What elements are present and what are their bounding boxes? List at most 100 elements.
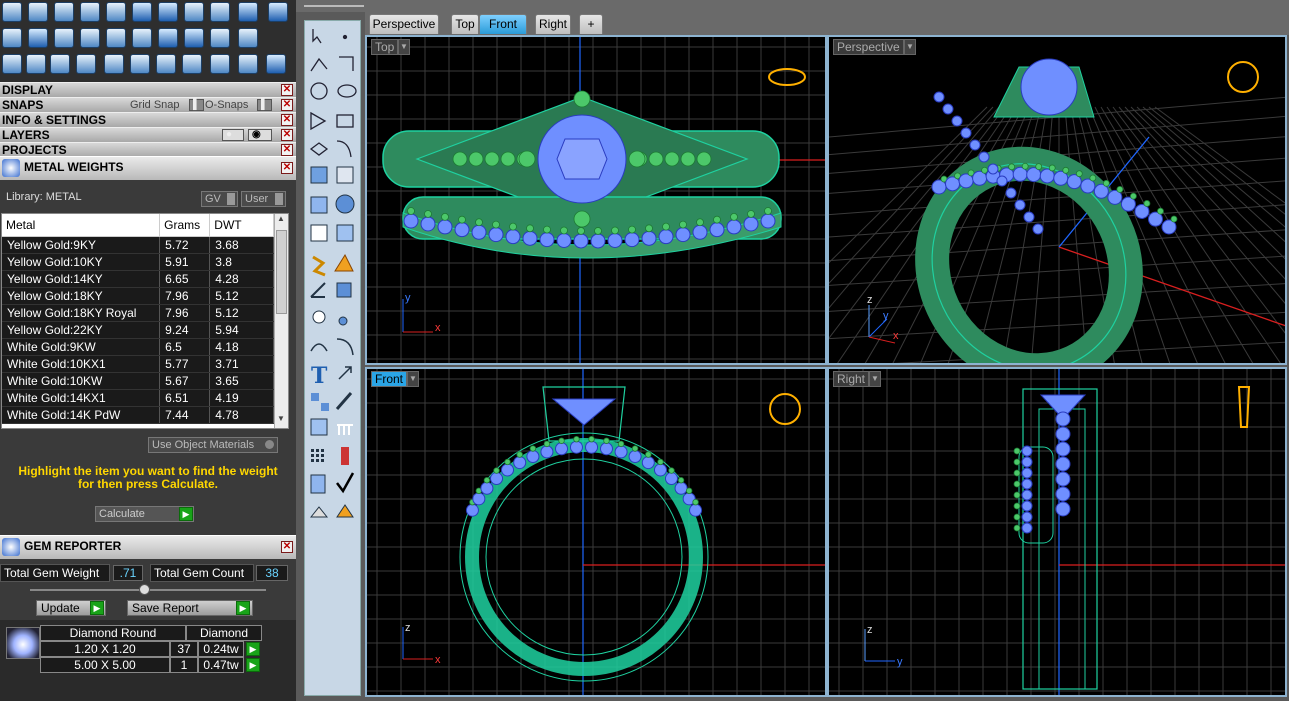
color-wheel-icon[interactable] <box>158 2 178 22</box>
viewport-menu-icon[interactable]: ▼ <box>398 39 410 55</box>
scroll-down-icon[interactable]: ▼ <box>277 414 286 427</box>
grams-cell: 7.96 <box>159 304 211 322</box>
grid-snap-toggle[interactable]: ▌ <box>189 99 205 111</box>
flower-icon[interactable] <box>184 28 204 48</box>
array-icon[interactable] <box>76 54 96 74</box>
info-section[interactable]: INFO & SETTINGS ✕ <box>0 112 296 127</box>
table-row[interactable]: Yellow Gold:22KY 9.24 5.94 <box>2 321 274 339</box>
update-arrow-icon[interactable]: ▶ <box>90 601 104 615</box>
left-panel: DISPLAY ✕ SNAPS Grid Snap ▌ O-Snaps ▌ ✕ I… <box>0 0 296 701</box>
ring-icon[interactable] <box>266 54 286 74</box>
gem-array-icon[interactable] <box>158 28 178 48</box>
snaps-section[interactable]: SNAPS Grid Snap ▌ O-Snaps ▌ ✕ <box>0 97 296 112</box>
layer-tool-icon[interactable] <box>2 28 22 48</box>
o-snaps-toggle[interactable]: ▌ <box>257 99 273 111</box>
scroll-up-icon[interactable]: ▲ <box>277 214 286 227</box>
unlock-icon[interactable] <box>80 2 100 22</box>
move-icon[interactable] <box>104 54 124 74</box>
prong-icon[interactable] <box>106 28 126 48</box>
points-icon[interactable] <box>2 54 22 74</box>
viewport-menu-icon[interactable]: ▼ <box>407 371 419 387</box>
table-row[interactable]: White Gold:10KW 5.67 3.65 <box>2 372 274 390</box>
cluster-icon[interactable] <box>238 28 258 48</box>
table-row[interactable]: Yellow Gold:10KY 5.91 3.8 <box>2 253 274 271</box>
viewport-menu-icon[interactable]: ▼ <box>869 371 881 387</box>
table-row[interactable]: Yellow Gold:18KY 7.96 5.12 <box>2 287 274 305</box>
window-icon[interactable] <box>268 2 288 22</box>
projects-section[interactable]: PROJECTS ✕ <box>0 142 296 157</box>
diamond-icon[interactable] <box>28 28 48 48</box>
viewport-right[interactable]: z y Right ▼ <box>827 367 1287 697</box>
scroll-thumb[interactable] <box>276 230 287 314</box>
flow-icon[interactable] <box>50 54 70 74</box>
viewport-title[interactable]: Top <box>371 39 399 55</box>
slider-handle[interactable] <box>139 584 150 595</box>
table-row[interactable]: White Gold:10KX1 5.77 3.71 <box>2 355 274 373</box>
col-dwt[interactable]: DWT <box>209 214 274 237</box>
render-icon[interactable] <box>210 2 230 22</box>
grid-icon[interactable] <box>210 28 230 48</box>
close-icon[interactable]: ✕ <box>281 114 293 126</box>
gem-select-arrow-icon[interactable]: ▶ <box>246 658 260 672</box>
prong <box>560 226 568 235</box>
save-report-button[interactable]: Save Report <box>127 600 253 616</box>
gem-stone <box>490 472 504 486</box>
o-snaps-label[interactable]: O-Snaps <box>205 98 248 112</box>
pave-icon[interactable] <box>132 2 152 22</box>
mirror-icon[interactable] <box>182 54 202 74</box>
close-icon[interactable]: ✕ <box>281 84 293 96</box>
display-section[interactable]: DISPLAY ✕ <box>0 82 296 97</box>
save-report-arrow-icon[interactable]: ▶ <box>236 601 250 615</box>
lock-icon[interactable] <box>106 2 126 22</box>
table-row[interactable]: Yellow Gold:14KY 6.65 4.28 <box>2 270 274 288</box>
settings-gear-icon[interactable] <box>238 2 258 22</box>
close-icon[interactable]: ✕ <box>281 144 293 156</box>
close-icon[interactable]: ✕ <box>281 162 293 174</box>
bezel-icon[interactable] <box>80 28 100 48</box>
layers-section[interactable]: LAYERS ● ◉ ✕ <box>0 127 296 142</box>
close-icon[interactable]: ✕ <box>281 99 293 111</box>
gear-cross-icon[interactable] <box>184 2 204 22</box>
grid-snap-label[interactable]: Grid Snap <box>130 98 180 112</box>
flatten-icon[interactable] <box>156 54 176 74</box>
table-row[interactable]: Yellow Gold:9KY 5.72 3.68 <box>2 236 274 254</box>
tab-right[interactable]: Right <box>535 14 571 34</box>
viewport-title[interactable]: Front <box>371 371 408 387</box>
trim-icon[interactable] <box>238 54 258 74</box>
gv-toggle[interactable]: GV <box>201 191 238 207</box>
tab-perspective[interactable]: Perspective <box>369 14 439 34</box>
eye-icon[interactable]: ◉ <box>248 129 272 141</box>
viewport-front[interactable]: z x Front ▼ <box>365 367 827 697</box>
curve-tool-icon[interactable] <box>54 28 74 48</box>
viewport-title[interactable]: Right <box>833 371 870 387</box>
paint-tool-icon[interactable] <box>28 2 48 22</box>
viewport-perspective[interactable]: z y x Perspective ▼ <box>827 35 1287 365</box>
user-toggle[interactable]: User <box>241 191 286 207</box>
table-row[interactable]: White Gold:14KX1 6.51 4.19 <box>2 389 274 407</box>
table-scrollbar[interactable]: ▲ ▼ <box>274 214 288 428</box>
calculate-arrow-icon[interactable]: ▶ <box>179 507 193 521</box>
col-grams[interactable]: Grams <box>159 214 211 237</box>
gem-select-arrow-icon[interactable]: ▶ <box>246 642 260 656</box>
scale-icon[interactable] <box>130 54 150 74</box>
close-icon[interactable]: ✕ <box>281 129 293 141</box>
layer-dot-icon[interactable]: ● <box>222 129 244 141</box>
viewport-title[interactable]: Perspective <box>833 39 904 55</box>
tab-front[interactable]: Front <box>479 14 527 34</box>
split-icon[interactable] <box>210 54 230 74</box>
viewport-top[interactable]: y x Top ▼ <box>365 35 827 365</box>
table-row[interactable]: White Gold:14K PdW 7.44 4.78 <box>2 406 274 424</box>
close-icon[interactable]: ✕ <box>281 541 293 553</box>
shank-icon[interactable] <box>132 28 152 48</box>
gem-tool-icon[interactable] <box>2 2 22 22</box>
col-metal[interactable]: Metal <box>2 214 161 237</box>
display-label: DISPLAY <box>2 83 53 97</box>
table-row[interactable]: Yellow Gold:18KY Royal 7.96 5.12 <box>2 304 274 322</box>
table-row[interactable]: White Gold:9KW 6.5 4.18 <box>2 338 274 356</box>
use-object-materials-toggle[interactable]: Use Object Materials <box>148 437 278 453</box>
add-lock-icon[interactable] <box>54 2 74 22</box>
rotate-arrow-icon[interactable] <box>26 54 46 74</box>
add-tab-icon[interactable]: + <box>579 14 603 34</box>
viewport-menu-icon[interactable]: ▼ <box>904 39 916 55</box>
tab-top[interactable]: Top <box>451 14 479 34</box>
